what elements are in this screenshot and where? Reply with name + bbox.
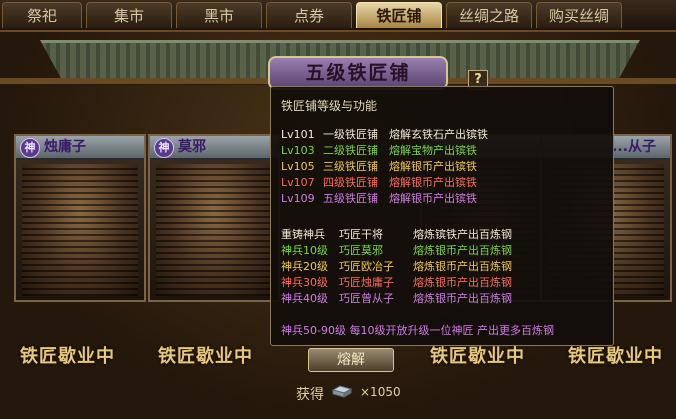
smith-portrait <box>22 164 138 296</box>
smelt-button[interactable]: 熔解 <box>308 348 394 372</box>
smith-effect: 熔炼镔铁产出百炼钢 <box>413 228 512 241</box>
tooltip-title: 铁匠铺等级与功能 <box>281 99 378 113</box>
level-effect: 熔解玄铁石产出镔铁 <box>389 128 488 141</box>
level-number: Lv109 <box>281 192 315 205</box>
tooltip-footer: 神兵50-90级 每10级开放升级一位神匠 产出更多百炼钢 <box>281 324 554 337</box>
tab-market[interactable]: 集市 <box>86 2 172 28</box>
tab-sacrifice[interactable]: 祭祀 <box>2 2 82 28</box>
smith-title: 巧匠干将 <box>339 228 383 241</box>
blacksmith-level-tooltip: 铁匠铺等级与功能 Lv101 一级铁匠铺 熔解玄铁石产出镔铁 Lv103 二级铁… <box>270 86 614 346</box>
level-number: Lv107 <box>281 176 315 189</box>
level-number: Lv105 <box>281 160 315 173</box>
smith-name: 莫邪 <box>178 139 206 155</box>
iron-ingot-icon <box>330 382 354 400</box>
divine-seal-icon: 神 <box>20 138 40 158</box>
smith-title: 巧匠莫邪 <box>339 244 383 257</box>
smith-tier: 神兵20级 <box>281 260 328 273</box>
smith-effect: 熔炼银币产出百炼钢 <box>413 276 512 289</box>
page-title: 五级铁匠铺 <box>268 56 448 90</box>
gain-label: 获得 <box>296 387 324 403</box>
smith-card-2[interactable]: 神 莫邪 <box>148 134 280 302</box>
smith-tier: 重铸神兵 <box>281 228 325 241</box>
smith-name: 烛庸子 <box>44 139 86 155</box>
level-effect: 熔解银币产出镔铁 <box>389 160 477 173</box>
level-number: Lv101 <box>281 128 315 141</box>
smith-portrait <box>156 164 272 296</box>
smith-tier: 神兵40级 <box>281 292 328 305</box>
level-number: Lv103 <box>281 144 315 157</box>
tab-silk-road[interactable]: 丝绸之路 <box>446 2 532 28</box>
level-name: 五级铁匠铺 <box>323 192 378 205</box>
level-name: 一级铁匠铺 <box>323 128 378 141</box>
smith-title: 巧匠曾从子 <box>339 292 394 305</box>
status-label: 铁匠歇业中 <box>20 346 115 367</box>
smith-tier: 神兵30级 <box>281 276 328 289</box>
card-header: 神 烛庸子 <box>16 136 144 160</box>
level-effect: 熔解宝物产出镔铁 <box>389 144 477 157</box>
card-header: 神 莫邪 <box>150 136 278 160</box>
status-label: 铁匠歇业中 <box>158 346 253 367</box>
smith-title: 巧匠欧冶子 <box>339 260 394 273</box>
level-effect: 熔解银币产出镔铁 <box>389 192 477 205</box>
level-name: 三级铁匠铺 <box>323 160 378 173</box>
smith-name: ...从子 <box>612 139 656 155</box>
smith-card-1[interactable]: 神 烛庸子 <box>14 134 146 302</box>
level-name: 四级铁匠铺 <box>323 176 378 189</box>
gain-quantity: ×1050 <box>360 385 401 399</box>
tab-black-market[interactable]: 黑市 <box>176 2 262 28</box>
smith-effect: 熔炼银币产出百炼钢 <box>413 244 512 257</box>
tab-coupons[interactable]: 点券 <box>266 2 352 28</box>
smith-effect: 熔炼银币产出百炼钢 <box>413 292 512 305</box>
level-name: 二级铁匠铺 <box>323 144 378 157</box>
top-tab-bar: 祭祀 集市 黑市 点券 铁匠铺 丝绸之路 购买丝绸 <box>0 0 676 32</box>
smith-tier: 神兵10级 <box>281 244 328 257</box>
level-effect: 熔解银币产出镔铁 <box>389 176 477 189</box>
divine-seal-icon: 神 <box>154 138 174 158</box>
smith-effect: 熔炼银币产出百炼钢 <box>413 260 512 273</box>
tab-buy-silk[interactable]: 购买丝绸 <box>536 2 622 28</box>
tab-blacksmith[interactable]: 铁匠铺 <box>356 2 442 28</box>
smith-title: 巧匠烛庸子 <box>339 276 394 289</box>
